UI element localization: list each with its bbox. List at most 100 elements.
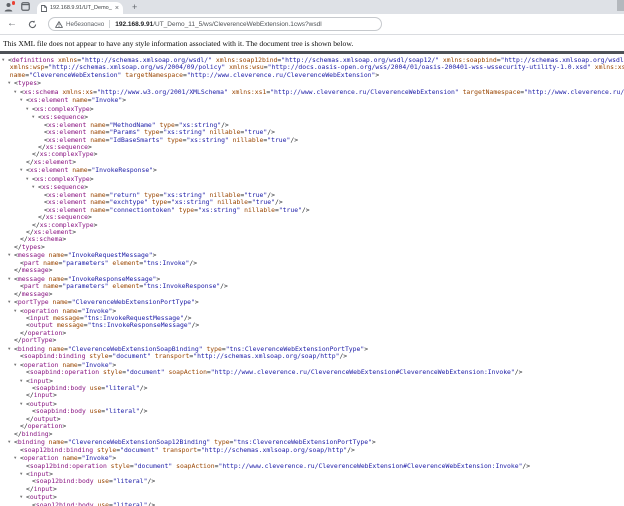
xml-style-notice: This XML file does not appear to have an…	[0, 35, 624, 51]
xml-line-code: <soapbind:body use="literal"/>	[32, 385, 148, 392]
security-label[interactable]: Небезопасно	[66, 21, 104, 28]
xml-line-code: </xs:sequence>	[38, 144, 92, 151]
xml-tree: ▼<definitions xmlns="http://schemas.xmls…	[0, 54, 624, 506]
xml-line: <xs:element name="IdBaseSmarts" type="xs…	[0, 137, 624, 144]
xml-line: ▼<types>	[0, 79, 624, 87]
browser-tab[interactable]: 192.168.9.91/UT_Demo_11_5/ws/ ×	[37, 2, 123, 14]
xml-line: <xs:element name="MethodName" type="xs:s…	[0, 122, 624, 129]
tab-close-icon[interactable]: ×	[115, 5, 119, 12]
xml-line-code: </input>	[26, 392, 57, 399]
xml-line: <xs:element name="exchtype" type="xs:str…	[0, 199, 624, 206]
tab-title: 192.168.9.91/UT_Demo_11_5/ws/	[50, 5, 112, 11]
xml-line: </xs:sequence>	[0, 214, 624, 221]
xml-line-code: </xs:sequence>	[38, 214, 92, 221]
xml-line: ▼<binding name="CleverenceWebExtensionSo…	[0, 438, 624, 446]
xml-line: <soapbind:body use="literal"/>	[0, 408, 624, 415]
xml-line: </xs:schema>	[0, 236, 624, 243]
xml-line-code: <xs:element name="InvokeResponse">	[26, 166, 157, 174]
xml-line-code: <input message="tns:InvokeRequestMessage…	[26, 315, 192, 322]
xml-line: </message>	[0, 267, 624, 274]
xml-line-code: </binding>	[14, 431, 53, 438]
xml-line: ▼<portType name="CleverenceWebExtensionP…	[0, 298, 624, 306]
tab-search-button[interactable]	[21, 0, 30, 16]
xml-line-code: <types>	[14, 79, 41, 87]
xml-line-code: <input>	[26, 470, 53, 478]
xml-line-code: </message>	[14, 291, 53, 298]
xml-line: <soap12bind:binding style="document" tra…	[0, 447, 624, 454]
reload-icon	[28, 20, 37, 29]
xml-line-code: <operation name="Invoke">	[20, 307, 116, 315]
new-tab-button[interactable]: +	[132, 3, 137, 12]
xml-line-code: </operation>	[20, 330, 66, 337]
xml-line-code: </xs:complexType>	[32, 151, 97, 158]
xml-line-code: </xs:schema>	[20, 236, 66, 243]
xml-line: </types>	[0, 244, 624, 251]
xml-line-code: <soapbind:binding style="document" trans…	[20, 353, 347, 360]
xml-line: <soap12bind:operation style="document" s…	[0, 463, 624, 470]
back-button[interactable]: ←	[7, 19, 17, 29]
not-secure-warning-icon	[55, 21, 63, 28]
xml-line-code: <portType name="CleverenceWebExtensionPo…	[14, 298, 199, 306]
url-host: 192.168.9.91	[115, 21, 153, 28]
xml-line-code: <output message="tns:InvokeResponseMessa…	[26, 322, 199, 329]
xml-line-code: <xs:complexType>	[32, 175, 94, 183]
xml-line-code: <xs:sequence>	[38, 183, 88, 191]
xml-line-code: <soapbind:body use="literal"/>	[32, 408, 148, 415]
navigation-toolbar: ← Небезопасно 192.168.9.91/UT_Demo_11_5/…	[0, 14, 624, 35]
xml-line-code: </xs:complexType>	[32, 222, 97, 229]
page-icon	[41, 5, 47, 12]
xml-line-code: <xs:complexType>	[32, 105, 94, 113]
window-icon	[21, 0, 30, 16]
xml-line-code: <xs:sequence>	[38, 113, 88, 121]
xml-line: <xs:element name="Params" type="xs:strin…	[0, 129, 624, 136]
xml-line-code: <xs:element name="IdBaseSmarts" type="xs…	[44, 137, 298, 144]
xml-line-code: <output>	[26, 493, 57, 501]
xml-line: ▼<definitions xmlns="http://schemas.xmls…	[0, 56, 624, 64]
xml-line-code: <xs:element name="return" type="xs:strin…	[44, 192, 275, 199]
xml-line-code: <output>	[26, 400, 57, 408]
xml-line-code: <input>	[26, 377, 53, 385]
xml-line: ▼<output>	[0, 493, 624, 501]
xml-line-code: <part name="parameters" element="tns:Inv…	[20, 283, 228, 290]
xml-line-code: <binding name="CleverenceWebExtensionSoa…	[14, 345, 368, 353]
xml-line: <soap12bind:body use="literal"/>	[0, 478, 624, 485]
url-text: 192.168.9.91/UT_Demo_11_5/ws/CleverenceW…	[115, 21, 321, 28]
xml-line-code: <xs:element name="exchtype" type="xs:str…	[44, 199, 283, 206]
xml-line-code: name="CleverenceWebExtension" targetName…	[10, 72, 379, 79]
xml-line-code: </portType>	[14, 337, 56, 344]
xml-line: ▼<operation name="Invoke">	[0, 307, 624, 315]
xml-line-code: <xs:element name="Params" type="xs:strin…	[44, 129, 275, 136]
url-path: /UT_Demo_11_5/ws/CleverenceWebExtension.…	[153, 21, 321, 28]
xml-line: ▼<xs:sequence>	[0, 113, 624, 121]
xml-line: <output message="tns:InvokeResponseMessa…	[0, 322, 624, 329]
xml-line: ▼<operation name="Invoke">	[0, 454, 624, 462]
xml-line: <soapbind:body use="literal"/>	[0, 385, 624, 392]
xml-line-code: <xs:element name="connectiontoken" type=…	[44, 207, 310, 214]
xml-line-code: <operation name="Invoke">	[20, 361, 116, 369]
address-bar[interactable]: Небезопасно 192.168.9.91/UT_Demo_11_5/ws…	[48, 17, 382, 31]
tab-strip: 192.168.9.91/UT_Demo_11_5/ws/ × +	[0, 0, 624, 14]
xml-line: </binding>	[0, 431, 624, 438]
notification-badge	[12, 1, 16, 5]
xml-line: </xs:sequence>	[0, 144, 624, 151]
xml-line: xmlns:wsp="http://schemas.xmlsoap.org/ws…	[0, 64, 624, 71]
profile-button[interactable]	[4, 2, 15, 12]
xml-line-code: <soap12bind:body use="literal"/>	[32, 478, 155, 485]
xml-line: <input message="tns:InvokeRequestMessage…	[0, 315, 624, 322]
xml-line: ▼<xs:element name="Invoke">	[0, 96, 624, 104]
xml-line: <soapbind:operation style="document" soa…	[0, 369, 624, 376]
xml-line: </xs:complexType>	[0, 222, 624, 229]
xml-line-code: <operation name="Invoke">	[20, 454, 116, 462]
xml-line-code: <xs:element name="MethodName" type="xs:s…	[44, 122, 229, 129]
xml-line: ▼<xs:element name="InvokeResponse">	[0, 166, 624, 174]
xml-line: </input>	[0, 486, 624, 493]
xml-line: </xs:complexType>	[0, 151, 624, 158]
xml-line-code: </types>	[14, 244, 45, 251]
xml-line: ▼<operation name="Invoke">	[0, 361, 624, 369]
window-corner-notch	[617, 0, 624, 11]
xml-line: ▼<xs:complexType>	[0, 175, 624, 183]
xml-line-code: <soap12bind:binding style="document" tra…	[20, 447, 355, 454]
xml-line: ▼<xs:schema xmlns:xs="http://www.w3.org/…	[0, 88, 624, 96]
reload-button[interactable]	[28, 20, 37, 29]
xml-line: <soapbind:binding style="document" trans…	[0, 353, 624, 360]
